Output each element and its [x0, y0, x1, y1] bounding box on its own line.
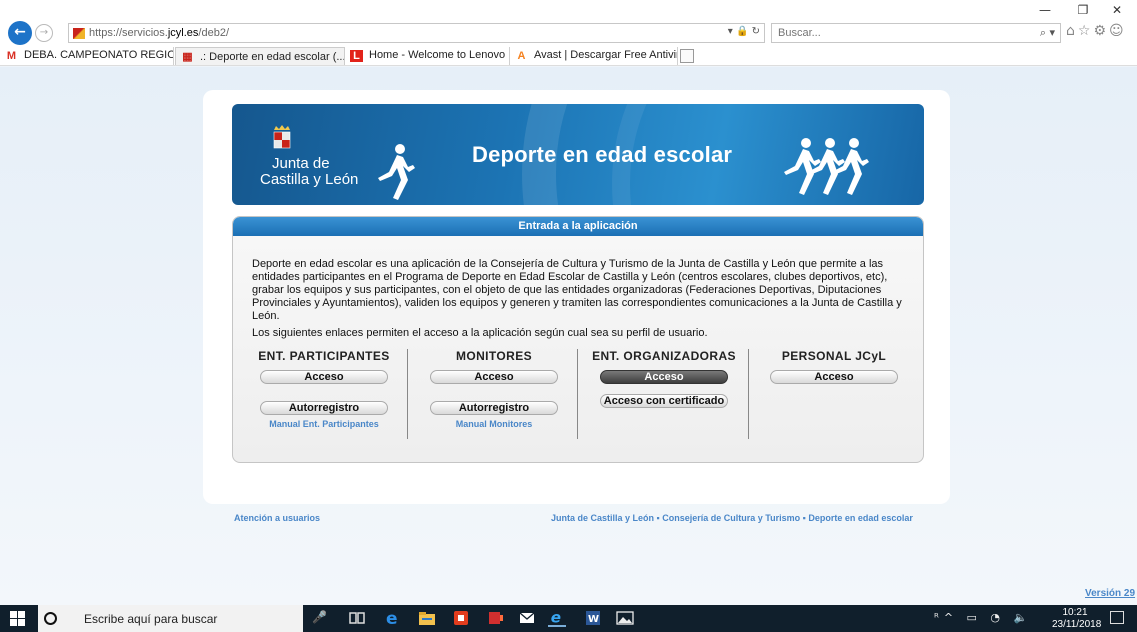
windows-start-icon[interactable] [10, 611, 26, 627]
tab-bar: M DEBA. CAMPEONATO REGION... ▦ .: Deport… [0, 46, 1137, 66]
office-icon[interactable] [452, 609, 470, 627]
svg-text:W: W [588, 614, 599, 625]
column-title: ENT. PARTICIPANTES [258, 349, 390, 363]
tab-lenovo[interactable]: L Home - Welcome to Lenovo [345, 47, 510, 65]
panel-header: Entrada a la aplicación [233, 217, 923, 236]
manual-monitores-link[interactable]: Manual Monitores [409, 419, 579, 429]
links-intro-text: Los siguientes enlaces permiten el acces… [252, 327, 708, 339]
column-title: ENT. ORGANIZADORAS [592, 349, 736, 363]
minimize-button[interactable]: — [1032, 2, 1058, 20]
taskbar-search-placeholder: Escribe aquí para buscar [84, 612, 218, 626]
tab-label: .: Deporte en edad escolar (... [200, 51, 345, 63]
banner-title: Deporte en edad escolar [472, 142, 733, 167]
address-bar[interactable]: https://servicios.jcyl.es/deb2/ ▾ 🔒 ↻ [68, 23, 765, 43]
windows-taskbar: Escribe aquí para buscar 🎤 e e W ᴿ^ ▭ ◔ … [0, 605, 1137, 632]
column-divider [577, 349, 578, 439]
content-card: Junta de Castilla y León Deporte en edad… [203, 90, 950, 504]
gmail-icon: M [6, 50, 17, 62]
navigation-bar: ← → https://servicios.jcyl.es/deb2/ ▾ 🔒 … [0, 20, 1137, 46]
header-banner: Junta de Castilla y León Deporte en edad… [232, 104, 924, 205]
clock-date: 23/11/2018 [1052, 619, 1102, 630]
entry-panel: Entrada a la aplicación Deporte en edad … [232, 216, 924, 463]
edge-browser-icon[interactable]: e [384, 609, 402, 627]
organizadoras-access-button[interactable]: Acceso [600, 370, 728, 384]
separator: ▪ [802, 513, 806, 523]
home-favorites-settings-icon[interactable]: ⌂☆⚙☺ [1066, 23, 1127, 39]
footer-link-junta[interactable]: Junta de Castilla y León [551, 513, 654, 523]
footer-link-consejeria[interactable]: Consejería de Cultura y Turismo [662, 513, 800, 523]
cortana-icon [44, 612, 57, 625]
web-page: Junta de Castilla y León Deporte en edad… [0, 67, 1137, 605]
manual-participantes-link[interactable]: Manual Ent. Participantes [239, 419, 409, 429]
close-window-button[interactable]: ✕ [1104, 2, 1130, 20]
search-input[interactable] [778, 27, 998, 39]
column-ent-organizadoras: ENT. ORGANIZADORAS Acceso Acceso con cer… [579, 347, 749, 442]
forward-button[interactable]: → [35, 24, 53, 42]
back-button[interactable]: ← [8, 21, 32, 45]
svg-text:e: e [386, 609, 398, 627]
avast-icon: A [517, 50, 526, 62]
footer-links: Junta de Castilla y León ▪ Consejería de… [551, 513, 913, 523]
word-icon[interactable]: W [584, 609, 602, 627]
tab-label: Avast | Descargar Free Antiviru... [534, 49, 677, 61]
certificado-access-button[interactable]: Acceso con certificado [600, 394, 728, 408]
restore-button[interactable]: ❐ [1070, 2, 1096, 20]
task-view-icon[interactable] [348, 609, 366, 627]
separator: ▪ [656, 513, 660, 523]
runners-group-icon [784, 138, 869, 195]
search-icon[interactable]: ⌕ ▾ [1040, 26, 1055, 40]
svg-text:e: e [551, 609, 561, 626]
jcyl-logo-text: Junta de Castilla y León [260, 156, 358, 188]
site-favicon-icon [73, 28, 85, 39]
lenovo-icon: L [350, 50, 363, 62]
tab-deporte-edad-escolar[interactable]: ▦ .: Deporte en edad escolar (... ✕ [175, 47, 345, 65]
tab-avast[interactable]: A Avast | Descargar Free Antiviru... [510, 47, 678, 65]
taskbar-clock[interactable]: 10:21 23/11/2018 [1052, 607, 1102, 631]
internet-explorer-icon[interactable]: e [548, 609, 566, 627]
version-label[interactable]: Versión 29 [1085, 588, 1135, 599]
tab-label: Home - Welcome to Lenovo [369, 49, 506, 61]
personal-access-button[interactable]: Acceso [770, 370, 898, 384]
monitores-access-button[interactable]: Acceso [430, 370, 558, 384]
new-tab-button[interactable] [680, 49, 694, 63]
store-icon[interactable] [486, 609, 504, 627]
logo-line: Junta de [272, 155, 330, 172]
taskbar-search-box[interactable]: Escribe aquí para buscar [38, 605, 303, 632]
monitores-autorregistro-button[interactable]: Autorregistro [430, 401, 558, 415]
footer-link-deporte[interactable]: Deporte en edad escolar [808, 513, 913, 523]
jcyl-favicon-icon: ▦ [182, 51, 193, 63]
runner-icon [378, 144, 415, 200]
notifications-icon[interactable] [1110, 611, 1124, 624]
column-personal-jcyl: PERSONAL JCyL Acceso [749, 347, 919, 442]
tab-deba-campeonato[interactable]: M DEBA. CAMPEONATO REGION... [0, 47, 174, 65]
column-ent-participantes: ENT. PARTICIPANTES Acceso Autorregistro … [239, 347, 409, 442]
participantes-autorregistro-button[interactable]: Autorregistro [260, 401, 388, 415]
tab-label: DEBA. CAMPEONATO REGION... [24, 49, 173, 61]
system-tray-icons[interactable]: ᴿ^ ▭ ◔ 🔈 [934, 611, 1032, 624]
microphone-icon[interactable]: 🎤 [312, 610, 327, 624]
atencion-usuarios-link[interactable]: Atención a usuarios [234, 513, 320, 523]
window-titlebar: — ❐ ✕ [0, 0, 1137, 22]
column-divider [407, 349, 408, 439]
app-description: Deporte en edad escolar es una aplicació… [252, 258, 902, 322]
mail-icon[interactable] [518, 609, 536, 627]
lock-refresh-icon[interactable]: ▾ 🔒 ↻ [728, 26, 760, 37]
column-title: PERSONAL JCyL [781, 349, 887, 363]
clock-time: 10:21 [1062, 607, 1088, 618]
column-monitores: MONITORES Acceso Autorregistro Manual Mo… [409, 347, 579, 442]
photos-icon[interactable] [616, 609, 634, 627]
search-box[interactable]: ⌕ ▾ [771, 23, 1061, 43]
logo-line: Castilla y León [260, 171, 359, 188]
column-title: MONITORES [455, 349, 533, 363]
file-explorer-icon[interactable] [418, 609, 436, 627]
participantes-access-button[interactable]: Acceso [260, 370, 388, 384]
address-url[interactable]: https://servicios.jcyl.es/deb2/ [89, 27, 229, 39]
